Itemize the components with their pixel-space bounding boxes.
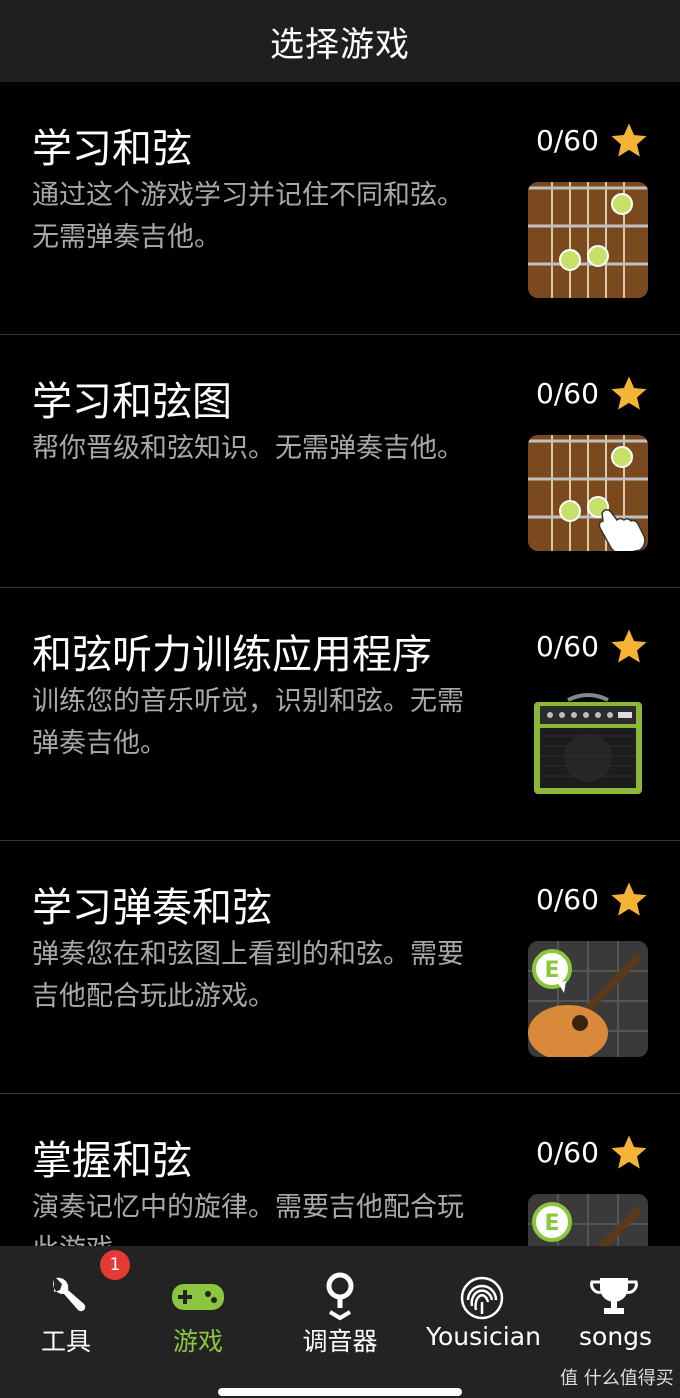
- watermark: 值 什么值得买: [560, 1368, 674, 1389]
- game-title: 学习和弦图: [32, 379, 232, 425]
- fretboard-icon: [528, 182, 648, 298]
- game-item-play-chords[interactable]: 学习弹奏和弦 弹奏您在和弦图上看到的和弦。需要吉他配合玩此游戏。 0/60 E: [0, 841, 680, 1094]
- game-title: 学习和弦: [32, 126, 192, 172]
- game-title: 掌握和弦: [32, 1138, 192, 1184]
- tab-yousician[interactable]: Yousician: [426, 1246, 541, 1366]
- wrench-icon: [53, 1277, 86, 1312]
- star-icon: [611, 123, 647, 157]
- game-list[interactable]: 学习和弦 通过这个游戏学习并记住不同和弦。无需弹奏吉他。 0/60 学习和弦图 …: [0, 82, 680, 1246]
- star-icon: [611, 376, 647, 410]
- tab-label: 工具: [40, 1327, 91, 1356]
- notification-badge: 1: [100, 1250, 130, 1280]
- tuner-pin-icon: [326, 1272, 354, 1321]
- game-item-master-chords[interactable]: 掌握和弦 演奏记忆中的旋律。需要吉他配合玩此游戏。 0/60 E: [0, 1094, 680, 1246]
- tab-label: 游戏: [172, 1327, 223, 1356]
- home-indicator: [218, 1388, 462, 1396]
- guitar-e-icon: E: [528, 941, 648, 1057]
- top-bar: 选择游戏: [0, 0, 680, 82]
- tab-games[interactable]: 游戏: [168, 1246, 228, 1366]
- gamepad-icon: [172, 1284, 224, 1310]
- game-description: 弹奏您在和弦图上看到的和弦。需要吉他配合玩此游戏。: [32, 939, 464, 1012]
- page-title: 选择游戏: [270, 24, 410, 65]
- tab-label: songs: [579, 1322, 653, 1351]
- chord-letter: E: [544, 958, 559, 983]
- game-score: 0/60: [536, 124, 599, 157]
- tab-label: 调音器: [302, 1327, 378, 1356]
- game-title: 学习弹奏和弦: [32, 885, 272, 931]
- tab-songs[interactable]: songs: [579, 1246, 652, 1366]
- game-description: 通过这个游戏学习并记住不同和弦。无需弹奏吉他。: [32, 180, 464, 253]
- game-item-learn-chord-charts[interactable]: 学习和弦图 帮你晋级和弦知识。无需弹奏吉他。 0/60: [0, 335, 680, 588]
- tab-tuner[interactable]: 调音器: [303, 1246, 378, 1366]
- star-icon: [611, 882, 647, 916]
- game-description: 帮你晋级和弦知识。无需弹奏吉他。: [32, 433, 464, 464]
- star-icon: [611, 1135, 647, 1169]
- game-description: 演奏记忆中的旋律。需要吉他配合玩此游戏。: [32, 1192, 464, 1246]
- game-title: 和弦听力训练应用程序: [32, 632, 432, 678]
- star-icon: [611, 629, 647, 663]
- fingerprint-icon: [460, 1276, 504, 1320]
- guitar-e-icon: E: [528, 1194, 648, 1246]
- game-description: 训练您的音乐听觉，识别和弦。无需弹奏吉他。: [32, 686, 464, 759]
- game-item-ear-training[interactable]: 和弦听力训练应用程序 训练您的音乐听觉，识别和弦。无需弹奏吉他。 0/60: [0, 588, 680, 841]
- game-score: 0/60: [536, 1136, 599, 1169]
- tab-label: Yousician: [426, 1322, 541, 1351]
- amplifier-icon: [528, 688, 648, 804]
- chord-letter: E: [544, 1211, 559, 1236]
- tab-tools[interactable]: 工具: [36, 1246, 96, 1366]
- game-item-learn-chords[interactable]: 学习和弦 通过这个游戏学习并记住不同和弦。无需弹奏吉他。 0/60: [0, 82, 680, 335]
- fretboard-tap-icon: [528, 435, 648, 551]
- trophy-icon: [590, 1278, 638, 1314]
- game-score: 0/60: [536, 377, 599, 410]
- game-score: 0/60: [536, 630, 599, 663]
- game-score: 0/60: [536, 883, 599, 916]
